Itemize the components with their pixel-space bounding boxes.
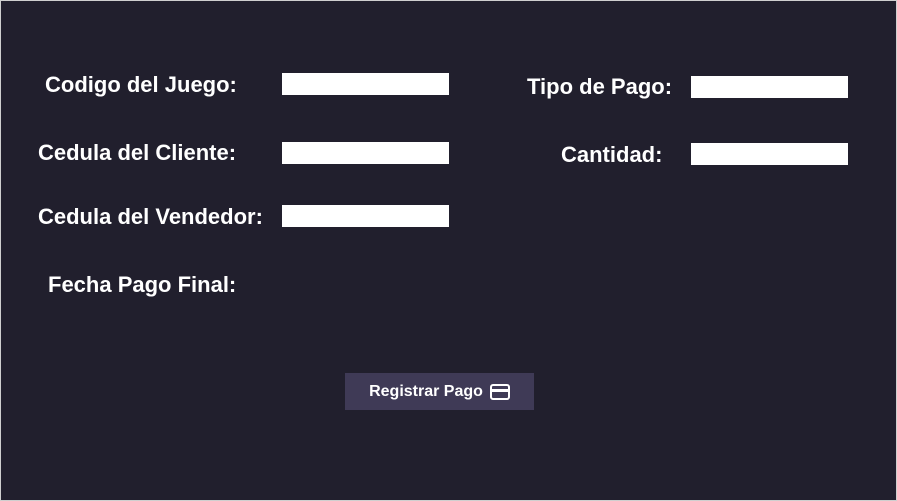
fecha-pago-final-label: Fecha Pago Final: [48, 272, 237, 297]
codigo-juego-label: Codigo del Juego: [45, 72, 237, 97]
tipo-pago-label: Tipo de Pago: [527, 74, 673, 99]
codigo-juego-field[interactable] [282, 73, 449, 95]
cedula-cliente-field[interactable] [282, 142, 449, 164]
cantidad-field[interactable] [691, 143, 848, 165]
credit-card-icon [489, 383, 510, 400]
registrar-pago-button[interactable]: Registrar Pago [345, 373, 534, 410]
cedula-cliente-label: Cedula del Cliente: [38, 140, 237, 165]
cantidad-label: Cantidad: [561, 142, 663, 167]
payment-form-panel: Codigo del Juego: Cedula del Cliente: Ce… [0, 0, 897, 501]
registrar-pago-label: Registrar Pago [369, 382, 483, 400]
tipo-pago-field[interactable] [691, 76, 848, 98]
cedula-vendedor-label: Cedula del Vendedor: [38, 204, 263, 229]
cedula-vendedor-field[interactable] [282, 205, 449, 227]
